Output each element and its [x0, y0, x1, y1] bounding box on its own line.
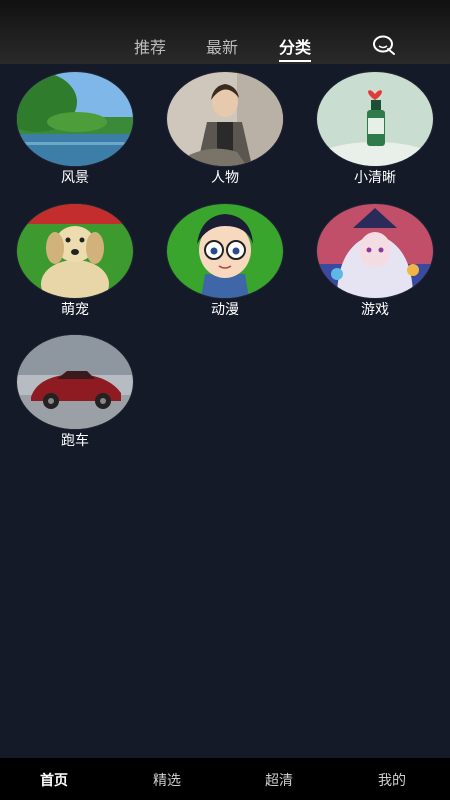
category-item-person[interactable]: 人物: [167, 72, 283, 186]
category-item-anime[interactable]: 动漫: [167, 204, 283, 318]
nav-profile[interactable]: 我的: [378, 770, 406, 790]
search-button[interactable]: [371, 34, 397, 56]
nav-home[interactable]: 首页: [40, 770, 68, 790]
tab-latest[interactable]: 最新: [206, 34, 238, 58]
category-label: 游戏: [361, 302, 389, 318]
bottom-navigation: 首页 精选 超清 我的: [0, 758, 450, 800]
sports-car-thumbnail: [17, 335, 133, 429]
search-icon: [373, 35, 395, 55]
person-thumbnail: [167, 72, 283, 166]
pet-thumbnail: [17, 204, 133, 298]
category-item-sports-car[interactable]: 跑车: [17, 335, 133, 449]
category-label: 跑车: [61, 433, 89, 449]
landscape-thumbnail: [17, 72, 133, 166]
game-thumbnail: [317, 204, 433, 298]
nav-featured[interactable]: 精选: [153, 770, 181, 790]
top-bar: 推荐 最新 分类: [0, 0, 450, 64]
fresh-thumbnail: [317, 72, 433, 166]
category-label: 人物: [211, 170, 239, 186]
tab-categories-label: 分类: [279, 38, 312, 57]
category-label: 萌宠: [61, 302, 89, 318]
nav-hd[interactable]: 超清: [265, 770, 293, 790]
category-item-fresh[interactable]: 小清晰: [317, 72, 433, 186]
anime-thumbnail: [167, 204, 283, 298]
category-label: 小清晰: [354, 170, 396, 186]
tab-recommended[interactable]: 推荐: [134, 34, 166, 58]
category-label: 风景: [61, 170, 89, 186]
active-tab-indicator: [279, 60, 312, 62]
category-item-pet[interactable]: 萌宠: [17, 204, 133, 318]
category-item-game[interactable]: 游戏: [317, 204, 433, 318]
category-label: 动漫: [211, 302, 239, 318]
tab-categories[interactable]: 分类: [279, 34, 312, 62]
category-item-landscape[interactable]: 风景: [17, 72, 133, 186]
